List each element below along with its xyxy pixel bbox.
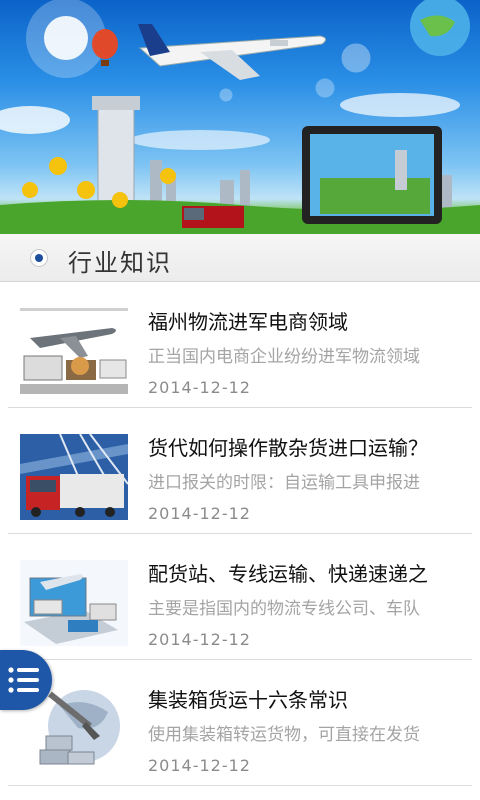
news-title: 货代如何操作散杂货进口运输？ [148,436,428,460]
banner-illustration [0,0,480,234]
airplane-icon [138,24,326,80]
section-bullet-icon [30,249,48,267]
airplane-trucks-image [20,308,128,394]
section-title: 行业知识 [68,249,172,277]
section-header: 行业知识 [0,234,480,282]
truck-bridge-image [20,434,128,520]
news-summary: 正当国内电商企业纷纷进军物流领域 [148,347,420,367]
news-list: 福州物流进军电商领域 正当国内电商企业纷纷进军物流领域 2014-12-12 货… [0,282,480,786]
monitor-icon [302,126,442,224]
news-title: 福州物流进军电商领域 [148,310,348,334]
news-title: 配货站、专线运输、快递速递之 [148,562,428,586]
news-item[interactable]: 福州物流进军电商领域 正当国内电商企业纷纷进军物流领域 2014-12-12 [8,282,472,408]
news-date: 2014-12-12 [148,504,251,523]
news-summary: 进口报关的时限：自运输工具申报进 [148,473,420,493]
news-date: 2014-12-12 [148,630,251,649]
news-date: 2014-12-12 [148,378,251,397]
laptop-logistics-image [20,560,128,646]
banner-image[interactable] [0,0,480,234]
news-item[interactable]: 集装箱货运十六条常识 使用集装箱转运货物，可直接在发货 2014-12-12 [8,660,472,786]
news-summary: 主要是指国内的物流专线公司、车队 [148,599,420,619]
news-item[interactable]: 货代如何操作散杂货进口运输？ 进口报关的时限：自运输工具申报进 2014-12-… [8,408,472,534]
news-title: 集装箱货运十六条常识 [148,688,348,712]
list-menu-icon [8,667,39,693]
news-item[interactable]: 配货站、专线运输、快递速递之 主要是指国内的物流专线公司、车队 2014-12-… [8,534,472,660]
news-date: 2014-12-12 [148,756,251,775]
news-summary: 使用集装箱转运货物，可直接在发货 [148,725,420,745]
